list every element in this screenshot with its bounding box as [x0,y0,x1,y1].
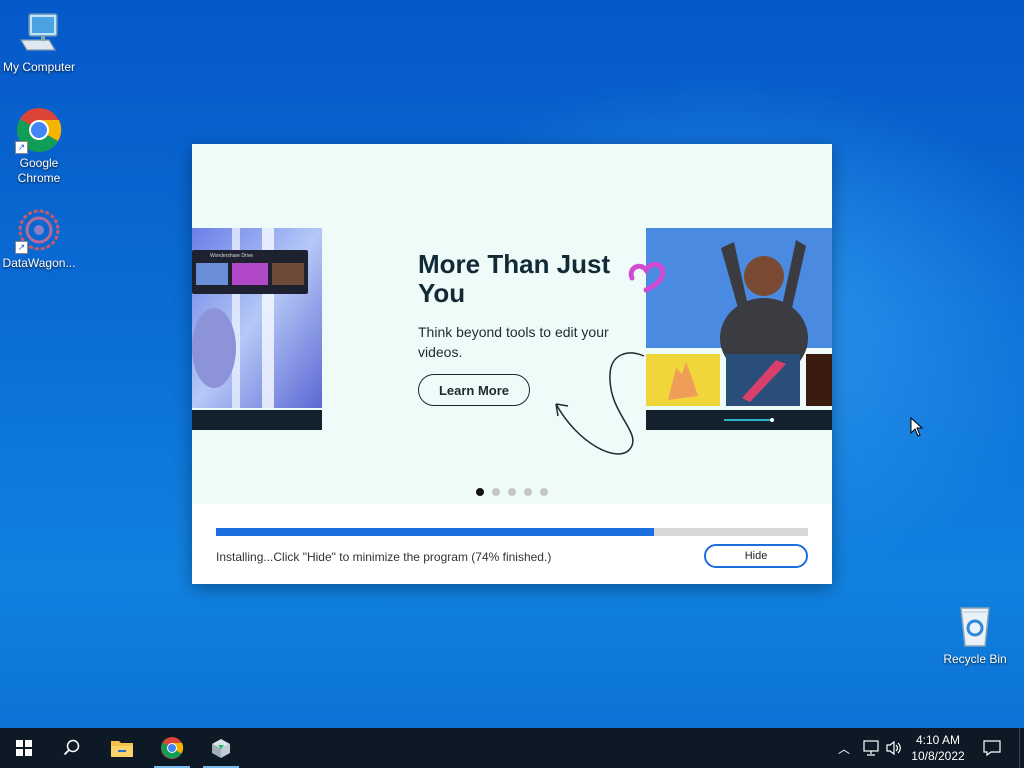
chrome-icon [161,737,184,759]
volume-icon[interactable] [885,740,903,756]
taskbar-clock[interactable]: 4:10 AM 10/8/2022 [906,732,970,764]
desktop-icon-label: Recycle Bin [943,652,1007,666]
installer-icon [212,739,230,758]
drive-thumb-3 [272,263,304,285]
install-status-text: Installing...Click "Hide" to minimize th… [216,550,552,564]
shortcut-arrow-icon: ↗ [15,141,28,154]
network-icon[interactable] [862,740,880,756]
windows-start-icon [16,740,32,756]
taskbar: ︿ 4:10 AM 10/8/2022 [0,728,1024,768]
hide-button[interactable]: Hide [704,544,808,568]
mouse-pointer-icon [910,417,924,437]
install-progress-fill [216,528,655,536]
drive-panel: Wondershare Drive [192,250,308,294]
carousel-dot-3[interactable] [508,488,516,496]
preview-card-left: Wondershare Drive [192,228,322,430]
search-icon [63,739,80,756]
drive-panel-title: Wondershare Drive [210,253,253,259]
taskbar-installer[interactable] [197,728,245,768]
search-button[interactable] [48,728,96,768]
preview-card-right [628,228,832,432]
carousel-dot-4[interactable] [524,488,532,496]
desktop-icon-label: DataWagon... [2,256,76,270]
desktop-icon-recycle-bin[interactable]: Recycle Bin [936,602,1014,667]
clock-date: 10/8/2022 [911,749,965,763]
desktop-icon-label: My Computer [2,60,76,74]
taskbar-chrome[interactable] [148,728,196,768]
installer-window: Wondershare Drive More Than Just You Thi… [192,144,832,584]
carousel-headline: More Than Just You [418,249,611,308]
drive-thumb-1 [196,263,228,285]
file-explorer-icon [111,741,133,757]
carousel-dots [476,488,548,496]
carousel-dot-1[interactable] [476,488,484,496]
curly-arrow-icon [555,352,645,455]
computer-icon [15,10,63,58]
show-desktop-button[interactable] [1019,728,1024,768]
install-progress-bar [216,528,808,536]
desktop-icon-google-chrome[interactable]: ↗ Google Chrome [0,106,78,186]
carousel-dot-5[interactable] [540,488,548,496]
desktop-icon-my-computer[interactable]: My Computer [0,10,78,75]
heart-sticker-icon [628,261,666,293]
carousel-dot-2[interactable] [492,488,500,496]
desktop-icon-datawagon[interactable]: ↗ DataWagon... [0,206,78,271]
start-button[interactable] [0,728,48,768]
tray-chevron-icon[interactable]: ︿ [838,740,850,757]
chrome-icon: ↗ [15,106,63,154]
clock-time: 4:10 AM [915,733,961,747]
desktop-icon-label: Google Chrome [17,156,61,185]
notifications-icon[interactable] [983,740,1001,756]
datawagon-icon: ↗ [15,206,63,254]
taskbar-file-explorer[interactable] [98,728,146,768]
learn-more-button[interactable]: Learn More [418,374,530,406]
drive-thumb-2 [232,263,268,285]
shortcut-arrow-icon: ↗ [15,241,28,254]
recycle-bin-icon [951,602,999,650]
